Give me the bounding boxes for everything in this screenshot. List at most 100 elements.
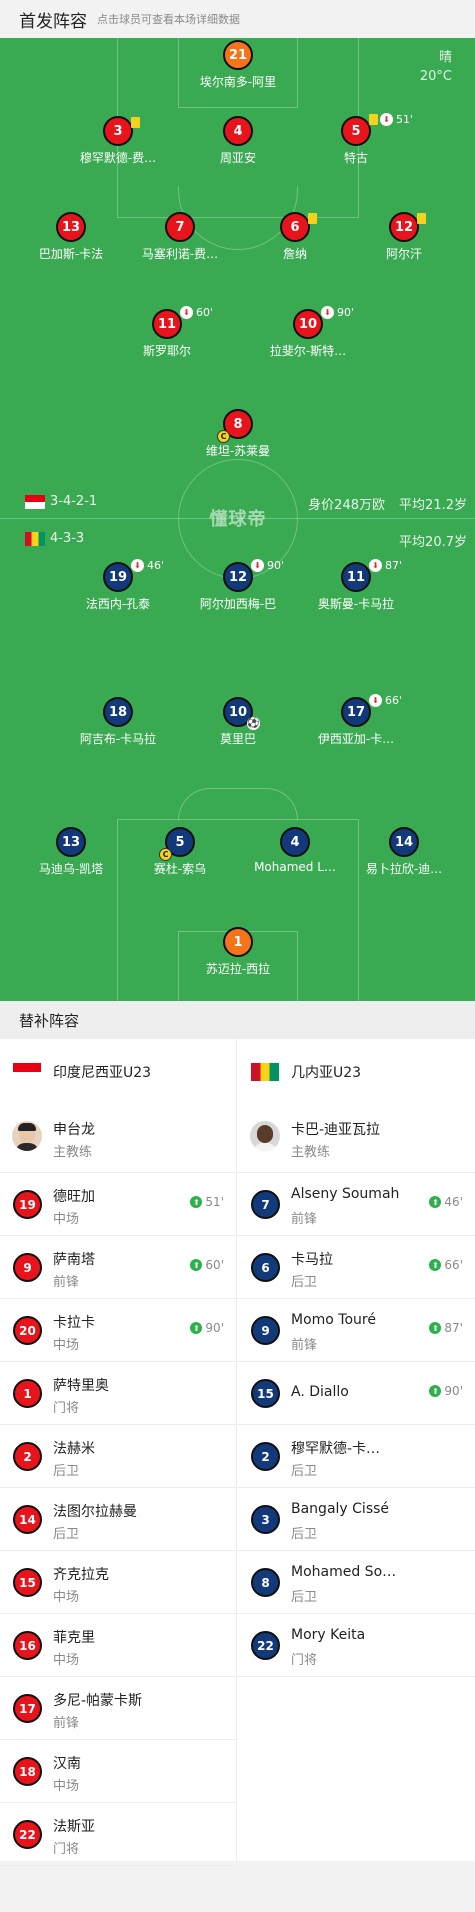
bench-player-row[interactable]: 2 法赫米 后卫	[0, 1425, 236, 1488]
substitution-marker: ⬇ 46'	[131, 559, 164, 572]
guinea-flag-icon	[25, 532, 45, 546]
substitution-marker: ⬇ 90'	[251, 559, 284, 572]
sub-in-time: 60'	[205, 1258, 224, 1272]
jersey-number: 6	[280, 212, 310, 242]
away-formation: 4-3-3	[50, 531, 85, 546]
coach-avatar	[250, 1121, 280, 1151]
yellow-card-icon	[417, 213, 426, 224]
bench-player-position: 中场	[53, 1653, 80, 1668]
bench-player-row[interactable]: 15 齐克拉克 中场	[0, 1551, 236, 1614]
weather-condition: 晴	[438, 50, 452, 65]
bench-player-name: 卡拉卡	[53, 1315, 95, 1331]
player-name: 马塞利诺-费…	[141, 247, 219, 261]
bench-player-row[interactable]: 2 穆罕默德-卡… 后卫	[238, 1425, 475, 1488]
substitution-marker: ⬇ 60'	[180, 306, 213, 319]
player-name: 马迪乌-凯塔	[38, 862, 104, 876]
player-name: 特古	[343, 151, 368, 165]
bench-player-row[interactable]: 17 多尼-帕蒙卡斯 前锋	[0, 1677, 236, 1740]
jersey-number: 4	[280, 827, 310, 857]
player-name: 法西内-孔泰	[85, 597, 151, 611]
bench-player-row[interactable]: 3 Bangaly Cissé 后卫	[238, 1488, 475, 1551]
bench-player-position: 后卫	[291, 1275, 318, 1290]
jersey-number: 19	[103, 562, 133, 592]
substitution-marker: ⬇ 90'	[321, 306, 354, 319]
bench-player-row[interactable]: 22 Mory Keita 门将	[238, 1614, 475, 1677]
bench-player-row[interactable]: 19 德旺加 中场 ⬆ 51'	[0, 1173, 236, 1236]
jersey-number: 1	[223, 927, 253, 957]
away-team-info: 4-3-3 平均20.7岁	[0, 529, 475, 550]
home-market-value: 身价248万欧	[308, 498, 385, 513]
bench-player-row[interactable]: 1 萨特里奥 门将	[0, 1362, 236, 1425]
coach-role: 主教练	[291, 1145, 331, 1160]
player-name: 维坦-苏莱曼	[205, 444, 271, 458]
bench-player-row[interactable]: 22 法斯亚 门将	[0, 1803, 236, 1866]
bench-player-row[interactable]: 16 菲克里 中场	[0, 1614, 236, 1677]
bench-player-row[interactable]: 20 卡拉卡 中场 ⬆ 90'	[0, 1299, 236, 1362]
jersey-number: 9	[251, 1316, 280, 1345]
jersey-number: 1	[13, 1379, 42, 1408]
player-name: Mohamed L…	[254, 860, 336, 874]
home-coach[interactable]: 申台龙 主教练	[0, 1101, 236, 1173]
bench-player-name: A. Diallo	[291, 1384, 349, 1400]
sub-in-icon: ⬆	[429, 1259, 442, 1271]
jersey-number: 19	[13, 1190, 42, 1219]
jersey-number: 15	[13, 1568, 42, 1597]
bench-away-team: 几内亚U23	[291, 1065, 362, 1081]
bench-player-row[interactable]: 18 汉南 中场	[0, 1740, 236, 1803]
player-name: 詹纳	[282, 247, 307, 261]
pitch: 晴 20°C 懂球帝 3-4-2-1 身价248万欧 平均21.2岁 4-3-3…	[0, 38, 475, 1001]
substitution-marker: ⬇ 51'	[369, 113, 413, 126]
home-team-info: 3-4-2-1 身价248万欧 平均21.2岁	[0, 492, 475, 513]
jersey-number: 12	[389, 212, 419, 242]
yellow-card-icon	[308, 213, 317, 224]
bench-player-row[interactable]: 8 Mohamed So… 后卫	[238, 1551, 475, 1614]
bench-player-row[interactable]: 7 Alseny Soumah 前锋 ⬆ 46'	[238, 1173, 475, 1236]
bench-panel: 印度尼西亚U23 申台龙 主教练 19 德旺加 中场 ⬆ 51' 9 萨南塔 前锋 ⬆ 60' 20…	[0, 1039, 475, 1866]
sub-in-marker: ⬆ 90'	[429, 1384, 463, 1398]
bench-player-name: 萨特里奥	[53, 1378, 109, 1394]
player-name: 拉斐尔-斯特…	[269, 344, 347, 358]
bench-player-position: 后卫	[291, 1590, 318, 1605]
bench-player-name: Alseny Soumah	[291, 1186, 400, 1202]
jersey-number: 6	[251, 1253, 280, 1282]
weather-temp: 20°C	[419, 69, 452, 84]
bench-player-position: 前锋	[291, 1338, 318, 1353]
player-name: 周亚安	[219, 151, 256, 165]
bench-player-row[interactable]: 6 卡马拉 后卫 ⬆ 66'	[238, 1236, 475, 1299]
jersey-number: 3	[103, 116, 133, 146]
sub-in-time: 51'	[205, 1195, 224, 1209]
goal-ball-icon: ⚽	[247, 717, 260, 730]
bench-player-row[interactable]: 15 A. Diallo ⬆ 90'	[238, 1362, 475, 1425]
coach-name: 申台龙	[53, 1122, 95, 1138]
bench-player-row[interactable]: 9 Momo Touré 前锋 ⬆ 87'	[238, 1299, 475, 1362]
sub-in-time: 87'	[444, 1321, 463, 1335]
sub-time: 51'	[396, 113, 414, 126]
bench-player-position: 中场	[53, 1779, 80, 1794]
away-avg-age: 平均20.7岁	[399, 535, 467, 550]
bottom-penalty-arc	[178, 788, 298, 820]
bench-player-name: 萨南塔	[53, 1252, 95, 1268]
jersey-number: 5	[341, 116, 371, 146]
bench-player-name: 法斯亚	[53, 1819, 95, 1835]
yellow-card-icon	[369, 114, 378, 125]
coach-avatar	[12, 1121, 42, 1151]
yellow-card-icon	[131, 117, 140, 128]
sub-in-time: 90'	[444, 1384, 463, 1398]
lineup-hint: 点击球员可查看本场详细数据	[97, 13, 240, 26]
player-name: 阿尔汗	[385, 247, 422, 261]
sub-in-marker: ⬆ 90'	[190, 1321, 224, 1335]
player-name: 莫里巴	[219, 732, 256, 746]
jersey-number: 11	[341, 562, 371, 592]
player-name: 易卜拉欣-迪…	[365, 862, 443, 876]
jersey-number: 13	[56, 212, 86, 242]
indonesia-flag-icon	[13, 1063, 41, 1081]
bench-away-column: 几内亚U23 卡巴-迪亚瓦拉 主教练 7 Alseny Soumah 前锋 ⬆ 46' 6…	[238, 1039, 475, 1677]
bench-player-row[interactable]: 14 法图尔拉赫曼 后卫	[0, 1488, 236, 1551]
jersey-number: 7	[165, 212, 195, 242]
sub-out-icon: ⬇	[380, 113, 393, 126]
bench-player-position: 前锋	[53, 1275, 80, 1290]
bench-player-row[interactable]: 9 萨南塔 前锋 ⬆ 60'	[0, 1236, 236, 1299]
bench-player-position: 中场	[53, 1212, 80, 1227]
away-coach[interactable]: 卡巴-迪亚瓦拉 主教练	[238, 1101, 475, 1173]
bench-player-position: 门将	[291, 1653, 318, 1668]
